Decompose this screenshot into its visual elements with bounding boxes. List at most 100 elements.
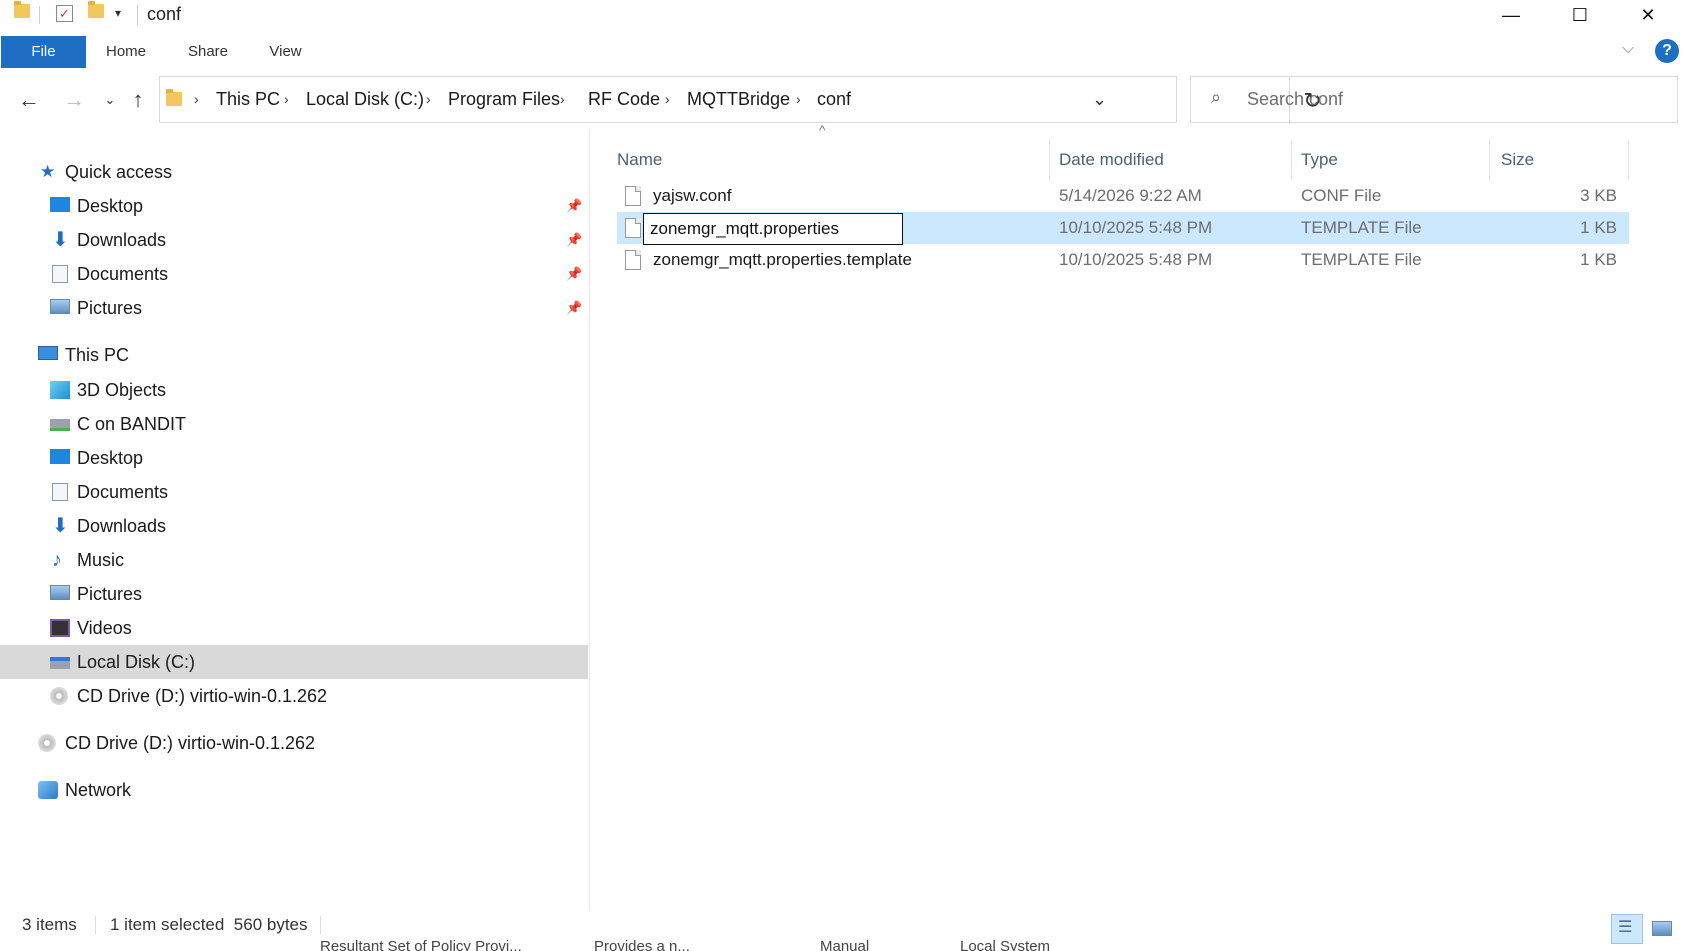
- nav-label: Music: [77, 550, 125, 570]
- pin-icon[interactable]: 📌: [566, 257, 582, 291]
- maximize-button[interactable]: ☐: [1557, 0, 1603, 30]
- divider: [137, 5, 138, 25]
- background-window-text: Resultant Set of Policy Provi...: [320, 938, 522, 951]
- recent-locations-icon[interactable]: ⌄: [96, 76, 124, 124]
- breadcrumb-program-files[interactable]: Program Files: [448, 77, 560, 122]
- chevron-right-icon[interactable]: ›: [194, 77, 199, 122]
- column-header-date[interactable]: Date modified: [1059, 140, 1164, 180]
- breadcrumb-rf-code[interactable]: RF Code: [588, 77, 660, 122]
- pin-icon[interactable]: 📌: [566, 291, 582, 325]
- column-header-type[interactable]: Type: [1301, 140, 1338, 180]
- new-folder-icon[interactable]: [88, 1, 104, 18]
- file-name: zonemgr_mqtt.properties.template: [653, 250, 912, 269]
- divider: [320, 916, 321, 934]
- computer-icon: [38, 346, 58, 360]
- search-input[interactable]: [1247, 77, 1647, 122]
- pin-icon[interactable]: 📌: [566, 189, 582, 223]
- tab-home[interactable]: Home: [96, 36, 156, 68]
- column-divider[interactable]: [1628, 140, 1629, 180]
- table-row[interactable]: zonemgr_mqtt.properties.template 10/10/2…: [617, 244, 1629, 276]
- properties-icon[interactable]: ✓: [56, 5, 73, 22]
- column-divider[interactable]: [1049, 140, 1050, 180]
- nav-pictures[interactable]: Pictures: [0, 577, 588, 611]
- address-dropdown-icon[interactable]: ⌄: [1092, 77, 1107, 122]
- column-divider[interactable]: [1291, 140, 1292, 180]
- nav-label: 3D Objects: [77, 380, 167, 400]
- nav-downloads[interactable]: ⬇ Downloads: [0, 509, 588, 543]
- nav-desktop[interactable]: Desktop: [0, 441, 588, 475]
- network-icon: [38, 781, 58, 799]
- chevron-right-icon[interactable]: ›: [796, 77, 801, 122]
- file-name: yajsw.conf: [653, 186, 732, 205]
- nav-quick-documents[interactable]: Documents 📌: [0, 257, 588, 291]
- background-window-text: Provides a n...: [594, 938, 690, 951]
- hard-drive-icon: [50, 657, 70, 669]
- nav-cd-drive-sub[interactable]: CD Drive (D:) virtio-win-0.1.262: [0, 679, 588, 713]
- desktop-icon: [50, 449, 70, 464]
- search-box[interactable]: ⌕: [1190, 76, 1678, 123]
- close-button[interactable]: ✕: [1625, 0, 1671, 30]
- help-icon[interactable]: ?: [1655, 39, 1679, 63]
- cd-drive-icon: [50, 687, 68, 705]
- back-button[interactable]: ←: [15, 76, 43, 124]
- chevron-right-icon[interactable]: ›: [560, 77, 565, 122]
- customize-quick-access-icon[interactable]: ▾: [115, 6, 121, 20]
- details-view-icon: ☰: [1618, 919, 1633, 936]
- nav-videos[interactable]: Videos: [0, 611, 588, 645]
- minimize-button[interactable]: —: [1488, 0, 1534, 30]
- nav-3d-objects[interactable]: 3D Objects: [0, 373, 588, 407]
- nav-this-pc[interactable]: This PC: [0, 338, 588, 372]
- nav-quick-access[interactable]: ★ Quick access: [0, 155, 588, 189]
- nav-local-disk[interactable]: Local Disk (C:): [0, 645, 588, 679]
- pictures-icon: [50, 585, 70, 600]
- file-icon: [625, 218, 641, 238]
- tab-view[interactable]: View: [258, 36, 313, 68]
- expand-ribbon-icon[interactable]: ⌵: [1622, 40, 1634, 58]
- cube-icon: [50, 381, 70, 399]
- navigation-pane: ★ Quick access Desktop 📌 ⬇ Downloads 📌 D…: [0, 130, 590, 910]
- chevron-right-icon[interactable]: ›: [426, 77, 431, 122]
- folder-icon: [14, 1, 30, 18]
- nav-label: C on BANDIT: [77, 414, 187, 434]
- nav-label: CD Drive (D:) virtio-win-0.1.262: [65, 733, 316, 753]
- breadcrumb-conf[interactable]: conf: [817, 77, 851, 122]
- up-button[interactable]: ↑: [124, 76, 152, 124]
- chevron-right-icon[interactable]: ›: [665, 77, 670, 122]
- nav-label: Pictures: [77, 298, 143, 318]
- nav-quick-pictures[interactable]: Pictures 📌: [0, 291, 588, 325]
- nav-music[interactable]: ♪ Music: [0, 543, 588, 577]
- table-row[interactable]: yajsw.conf 5/14/2026 9:22 AM CONF File 3…: [617, 180, 1629, 212]
- nav-label: Downloads: [77, 230, 167, 250]
- nav-documents[interactable]: Documents: [0, 475, 588, 509]
- address-bar[interactable]: › This PC › Local Disk (C:) › Program Fi…: [159, 76, 1322, 124]
- nav-network[interactable]: Network: [0, 773, 588, 807]
- tab-share[interactable]: Share: [178, 36, 238, 68]
- large-icons-view-button[interactable]: [1645, 914, 1677, 944]
- details-view-button[interactable]: ☰: [1611, 914, 1643, 944]
- nav-c-on-bandit[interactable]: C on BANDIT: [0, 407, 588, 441]
- column-header-name[interactable]: Name: [617, 140, 662, 180]
- column-header-size[interactable]: Size: [1501, 140, 1534, 180]
- nav-label: Videos: [77, 618, 132, 638]
- rename-input[interactable]: zonemgr_mqtt.properties: [643, 213, 903, 245]
- pin-icon[interactable]: 📌: [566, 223, 582, 257]
- forward-button[interactable]: →: [60, 76, 88, 124]
- pictures-icon: [50, 299, 70, 314]
- breadcrumb-this-pc[interactable]: This PC: [216, 77, 280, 122]
- nav-quick-downloads[interactable]: ⬇ Downloads 📌: [0, 223, 588, 257]
- chevron-right-icon[interactable]: ›: [284, 77, 289, 122]
- column-divider[interactable]: [1489, 140, 1490, 180]
- download-arrow-icon: ⬇: [52, 515, 69, 537]
- nav-quick-desktop[interactable]: Desktop 📌: [0, 189, 588, 223]
- nav-label: Documents: [77, 482, 169, 502]
- file-size: 1 KB: [1580, 250, 1617, 269]
- status-bar: 3 items 1 item selected 560 bytes Result…: [0, 910, 1684, 951]
- documents-icon: [52, 265, 68, 283]
- nav-label: Documents: [77, 264, 169, 284]
- file-list: ^ Name Date modified Type Size yajsw.con…: [591, 122, 1684, 910]
- tab-file[interactable]: File: [1, 36, 86, 68]
- breadcrumb-mqttbridge[interactable]: MQTTBridge: [687, 77, 790, 122]
- nav-cd-drive[interactable]: CD Drive (D:) virtio-win-0.1.262: [0, 726, 588, 760]
- search-icon: ⌕: [1211, 87, 1222, 107]
- breadcrumb-local-disk[interactable]: Local Disk (C:): [306, 77, 424, 122]
